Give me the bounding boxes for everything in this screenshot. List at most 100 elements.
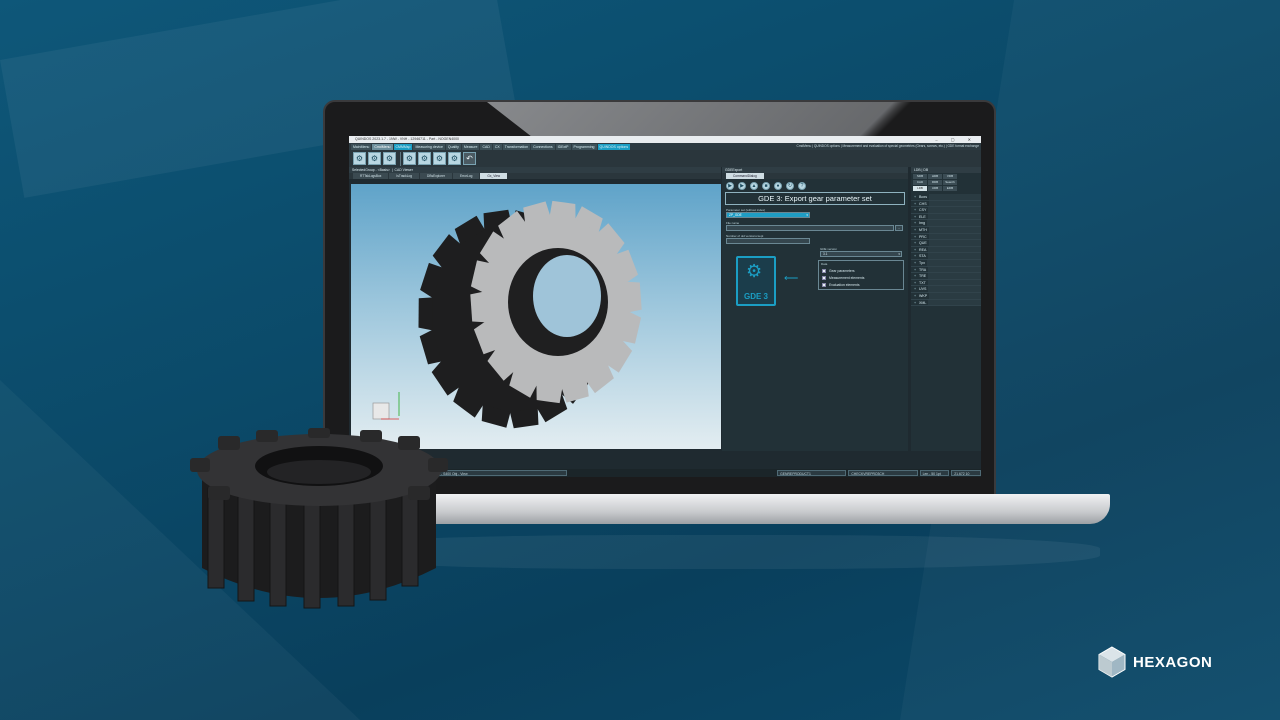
checkbox-icon[interactable] xyxy=(822,269,826,273)
tree-item[interactable]: + TXT xyxy=(911,279,981,287)
gear-ridges xyxy=(207,487,419,609)
tab-rdb[interactable]: RDB xyxy=(928,180,942,185)
tree-item-cell xyxy=(928,246,981,253)
tree-item[interactable]: + CHS xyxy=(911,200,981,208)
gear-tool-7-icon[interactable]: ⚙ xyxy=(448,152,461,165)
tab-ldb[interactable]: LDB xyxy=(913,186,927,191)
tree-item[interactable]: + CSY xyxy=(911,207,981,214)
step-icon[interactable]: ▶ xyxy=(738,182,746,190)
laptop-screen: QUINDOS 2023.1.7 - 1NW - VNH - 12946711 … xyxy=(349,136,981,477)
tree-item-cell xyxy=(928,273,981,279)
gear-icon: ⚙ xyxy=(746,261,763,281)
axis-triad-icon xyxy=(372,392,400,420)
gde-options-area: ⚙ GDE 3 ⟵ GDE version 3.1 ▾ Data Gear pa… xyxy=(722,244,908,306)
tree-item[interactable]: + PRC xyxy=(911,233,981,241)
tree-item-cell xyxy=(928,266,981,273)
tree-item[interactable]: + MTH xyxy=(911,226,981,234)
tree-item[interactable]: + Boxs xyxy=(911,194,981,201)
gear-tool-5-icon[interactable]: ⚙ xyxy=(418,152,431,165)
arrow-left-icon: ⟵ xyxy=(784,273,799,284)
tree-item[interactable]: + ELE xyxy=(911,213,981,221)
db-tabs: SDB HDB VDB CAD RDB Search LDB UDB EDB xyxy=(911,173,981,191)
gear-tool-1-icon[interactable]: ⚙ xyxy=(353,152,366,165)
record-icon[interactable]: ● xyxy=(774,182,782,190)
menu-measure[interactable]: Measure xyxy=(461,143,480,150)
tab-edb[interactable]: EDB xyxy=(943,186,957,191)
tree-item[interactable]: + TRE xyxy=(911,273,981,280)
menu-quality[interactable]: Quality xyxy=(445,143,461,150)
browse-button[interactable]: ... xyxy=(895,225,903,231)
db-tree: + Boxs + CHS + CSY + ELE + Img + MTH + PRC + QUE + REA + ST… xyxy=(911,194,981,307)
menu-cmdmenu[interactable]: CmdMenu xyxy=(372,143,393,150)
tab-vdb[interactable]: VDB xyxy=(943,174,957,179)
up-icon[interactable]: ▲ xyxy=(750,182,758,190)
tree-item[interactable]: + REA xyxy=(911,246,981,254)
command-panel: GDEExport CommandDialog ▶ ▶ ▲ ■ ● ↻ ? GD… xyxy=(722,167,908,451)
gear-tool-3-icon[interactable]: ⚙ xyxy=(383,152,396,165)
minimize-button[interactable]: – xyxy=(935,137,943,142)
maximize-button[interactable]: ▢ xyxy=(951,137,961,142)
tree-item[interactable]: + Tpx xyxy=(911,259,981,267)
tab-rttsklogsbox[interactable]: RTTskLogsBox xyxy=(353,173,389,179)
check-evaluation-elements[interactable]: Evaluation elements xyxy=(822,283,903,287)
param-select[interactable]: ZP_GDE ▾ xyxy=(726,212,810,218)
undo-icon[interactable]: ↶ xyxy=(463,152,476,165)
hexagon-logo-icon xyxy=(1098,646,1126,678)
menu-measuring-device[interactable]: Measuring device xyxy=(413,143,445,150)
stop-icon[interactable]: ■ xyxy=(762,182,770,190)
tree-item[interactable]: + UVS xyxy=(911,286,981,293)
tab-search[interactable]: Search xyxy=(943,180,957,185)
menu-connections[interactable]: Connections xyxy=(531,143,555,150)
tree-item[interactable]: + WKP xyxy=(911,292,981,300)
export-heading: GDE 3: Export gear parameter set xyxy=(725,192,905,205)
hexagon-logo: HEXAGON xyxy=(1096,646,1212,678)
version-select[interactable]: 3.1 ▾ xyxy=(820,251,902,257)
check-measurement-elements[interactable]: Measurement elements xyxy=(822,276,903,280)
check-label: Evaluation elements xyxy=(829,283,860,287)
tree-item-label: TRA xyxy=(919,267,927,272)
tree-item[interactable]: + TRA xyxy=(911,266,981,274)
tree-item-label: TXT xyxy=(919,280,926,285)
tree-item[interactable]: + QUE xyxy=(911,240,981,247)
cad-viewport[interactable] xyxy=(351,184,721,449)
menu-programming[interactable]: Programming xyxy=(571,143,597,150)
menu-cmmmsp[interactable]: CMMMsp xyxy=(393,143,413,150)
checkbox-icon[interactable] xyxy=(822,276,826,280)
tree-item-label: Img xyxy=(919,221,925,226)
menu-cx[interactable]: CX xyxy=(492,143,502,150)
gear-tool-6-icon[interactable]: ⚙ xyxy=(433,152,446,165)
tree-item-cell xyxy=(928,299,981,306)
menu-idextp[interactable]: IDExtP xyxy=(555,143,571,150)
tab-cad[interactable]: CAD xyxy=(913,180,927,185)
menu-cad[interactable]: CAD xyxy=(480,143,492,150)
close-button[interactable]: ✕ xyxy=(968,137,977,142)
menu-quindos-options[interactable]: QUINDOS options xyxy=(597,143,631,150)
tab-hdb[interactable]: HDB xyxy=(928,174,942,179)
gear-bore-inner xyxy=(267,460,371,484)
menu-mainmenu[interactable]: MainMenu xyxy=(351,143,372,150)
tab-dbsexplorer[interactable]: DBsExplorer xyxy=(420,173,452,179)
tree-item[interactable]: + Img xyxy=(911,220,981,227)
gear-bore-hole xyxy=(533,255,601,337)
tab-errorlog[interactable]: ErrorLog xyxy=(452,173,480,179)
tab-commanddialog[interactable]: CommandDialog xyxy=(726,173,764,179)
gear-tool-2-icon[interactable]: ⚙ xyxy=(368,152,381,165)
gde-file-icon: ⚙ GDE 3 xyxy=(736,256,776,306)
tab-istracklog[interactable]: IsTrackLog xyxy=(389,173,420,179)
tree-item[interactable]: + XML xyxy=(911,299,981,307)
refresh-icon[interactable]: ↻ xyxy=(786,182,794,190)
gear-tool-4-icon[interactable]: ⚙ xyxy=(403,152,416,165)
menu-transformation[interactable]: Transformation xyxy=(502,143,531,150)
foreground-gear xyxy=(190,428,448,609)
tree-item[interactable]: + STA xyxy=(911,253,981,260)
help-icon[interactable]: ? xyxy=(798,182,806,190)
play-icon[interactable]: ▶ xyxy=(726,182,734,190)
check-gear-parameters[interactable]: Gear parameters xyxy=(822,269,903,273)
tab-gx-view[interactable]: Gx_View xyxy=(480,173,508,179)
toolbar: ⚙ ⚙ ⚙ ⚙ ⚙ ⚙ ⚙ ↶ xyxy=(349,150,981,167)
checkbox-icon[interactable] xyxy=(822,283,826,287)
tab-sdb[interactable]: SDB xyxy=(913,174,927,179)
tab-udb[interactable]: UDB xyxy=(928,186,942,191)
file-input[interactable] xyxy=(726,225,894,231)
data-label: Data xyxy=(821,262,828,266)
